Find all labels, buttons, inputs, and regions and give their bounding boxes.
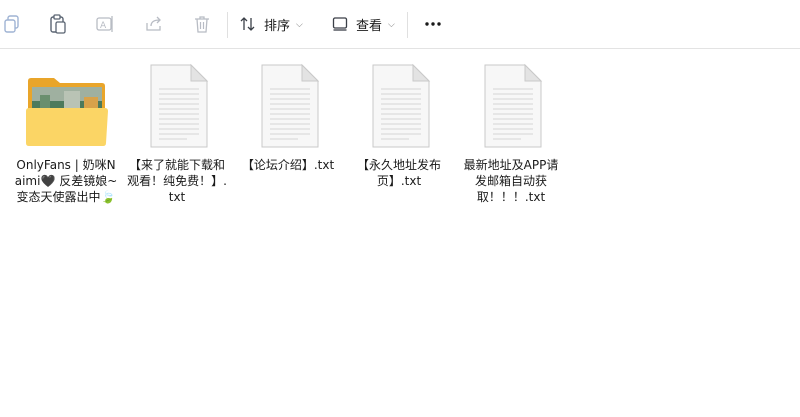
trash-icon (195, 16, 209, 33)
delete-button[interactable] (190, 6, 214, 42)
file-list: OnlyFans | 奶咪Naimi🖤 反差镜娘~变态天使露出中🍃 【来了就能下… (0, 49, 800, 417)
rename-icon: A (96, 16, 113, 32)
text-file-item[interactable]: 【永久地址发布页】.txt (347, 61, 451, 189)
file-name: OnlyFans | 奶咪Naimi🖤 反差镜娘~变态天使露出中🍃 (14, 158, 118, 204)
text-file-icon (353, 61, 445, 151)
sort-button[interactable]: 排序 ⌵ (240, 6, 303, 42)
file-name: 【来了就能下载和观看！纯免费！】.txt (127, 158, 227, 204)
svg-text:A: A (100, 21, 107, 31)
view-icon (332, 17, 348, 31)
view-label: 查看 (356, 18, 383, 34)
toolbar-separator (227, 12, 228, 38)
file-name: 最新地址及APP请发邮箱自动获取！！！.txt (463, 158, 559, 204)
more-button[interactable] (420, 6, 446, 42)
copy-icon (4, 15, 19, 33)
rename-button[interactable]: A (94, 6, 118, 42)
folder-icon (20, 61, 112, 151)
text-file-item[interactable]: 最新地址及APP请发邮箱自动获取！！！.txt (459, 61, 563, 205)
text-file-icon (242, 61, 334, 151)
view-button[interactable]: 查看 ⌵ (332, 6, 395, 42)
share-icon (146, 16, 161, 31)
copy-button[interactable] (2, 6, 22, 42)
text-file-item[interactable]: 【来了就能下载和观看！纯免费！】.txt (125, 61, 229, 205)
chevron-down-icon: ⌵ (388, 20, 395, 30)
sort-label: 排序 (264, 18, 291, 34)
text-file-item[interactable]: 【论坛介绍】.txt (236, 61, 340, 173)
file-name: 【论坛介绍】.txt (241, 158, 335, 172)
file-name: 【永久地址发布页】.txt (356, 158, 441, 188)
more-icon (425, 22, 441, 26)
paste-button[interactable] (46, 6, 70, 42)
folder-item[interactable]: OnlyFans | 奶咪Naimi🖤 反差镜娘~变态天使露出中🍃 (14, 61, 118, 205)
text-file-icon (131, 61, 223, 151)
sort-icon (240, 17, 255, 31)
text-file-icon (465, 61, 557, 151)
chevron-down-icon: ⌵ (296, 20, 303, 30)
toolbar-separator (407, 12, 408, 38)
command-bar: A 排序 ⌵ 查看 ⌵ (0, 0, 800, 49)
share-button[interactable] (142, 6, 166, 42)
paste-icon (50, 14, 66, 34)
